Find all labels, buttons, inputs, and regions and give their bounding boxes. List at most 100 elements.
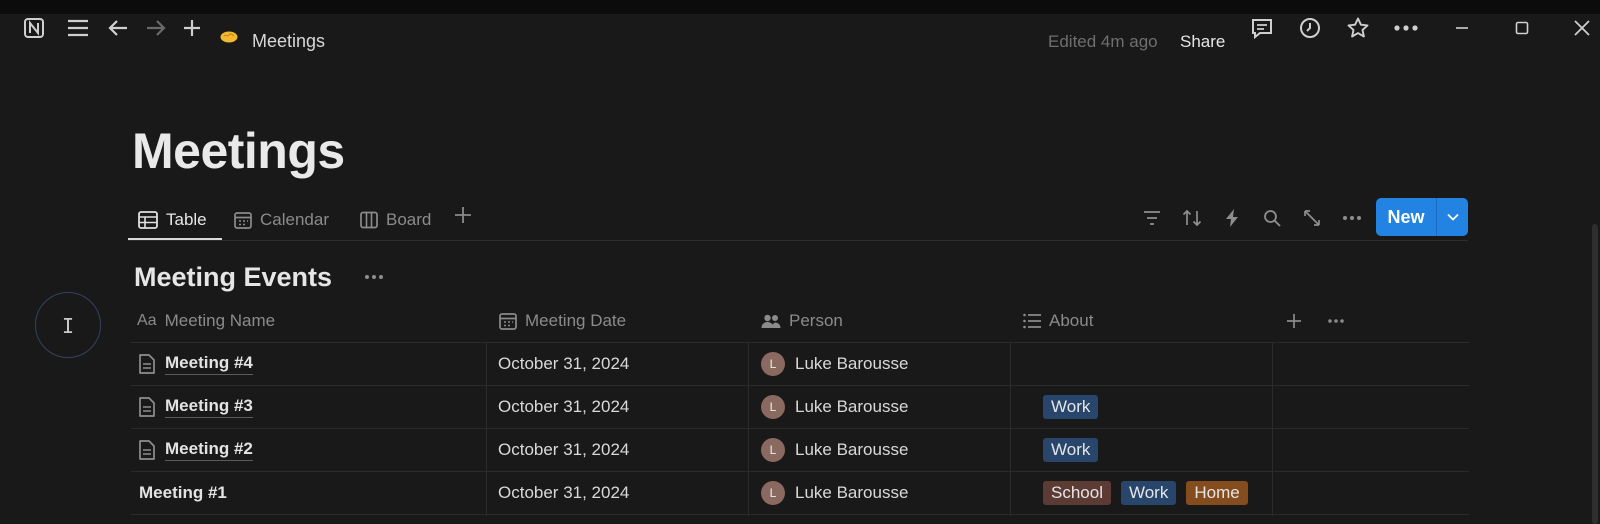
favorite-star-icon[interactable] — [1344, 14, 1372, 42]
handshake-emoji-icon — [220, 30, 238, 43]
new-record-button-group: New — [1376, 198, 1468, 236]
view-more-options-icon[interactable] — [1340, 206, 1364, 230]
meeting-name-cell[interactable]: Meeting #3 — [139, 385, 253, 428]
person-cell[interactable]: L Luke Barousse — [761, 342, 908, 385]
property-options-icon[interactable] — [1327, 300, 1353, 342]
comments-icon[interactable] — [1248, 14, 1276, 42]
tab-table[interactable]: Table — [138, 208, 207, 232]
text-property-prefix: Aa — [137, 312, 157, 329]
edited-timestamp: Edited 4m ago — [1048, 32, 1158, 51]
meeting-name[interactable]: Meeting #2 — [165, 439, 253, 461]
filter-icon[interactable] — [1140, 206, 1164, 230]
close-window-icon[interactable] — [1568, 14, 1596, 42]
page-title[interactable]: Meetings — [132, 122, 345, 180]
list-icon — [1023, 313, 1041, 329]
tag-home: Home — [1186, 480, 1248, 505]
tag-work: Work — [1043, 394, 1099, 419]
page-document-icon — [139, 439, 155, 460]
notion-logo-icon[interactable] — [20, 14, 48, 42]
meeting-name-cell[interactable]: Meeting #1 — [139, 471, 227, 514]
tag-work: Work — [1120, 480, 1177, 505]
forward-arrow-icon[interactable] — [142, 14, 170, 42]
column-label: Person — [789, 311, 843, 330]
text-cursor-icon: I — [62, 314, 75, 338]
meeting-date-cell[interactable]: October 31, 2024 — [498, 385, 629, 428]
add-property-plus-icon[interactable] — [1286, 300, 1310, 342]
page-document-icon — [139, 353, 155, 374]
about-cell[interactable]: School Work Home — [1043, 471, 1258, 514]
column-label: Meeting Name — [164, 311, 276, 330]
person-name: Luke Barousse — [795, 396, 909, 416]
calendar-icon — [234, 212, 252, 229]
meeting-name[interactable]: Meeting #1 — [139, 483, 227, 503]
sort-icon[interactable] — [1180, 206, 1204, 230]
column-divider — [748, 342, 749, 516]
avatar: L — [761, 394, 785, 419]
person-cell[interactable]: L Luke Barousse — [761, 471, 908, 514]
tab-label: Calendar — [260, 210, 329, 229]
column-label: About — [1049, 311, 1094, 330]
new-page-plus-icon[interactable] — [178, 14, 206, 42]
window-top-edge — [0, 0, 1600, 14]
meeting-date-cell[interactable]: October 31, 2024 — [498, 342, 629, 385]
avatar: L — [761, 437, 785, 462]
share-button[interactable]: Share — [1180, 32, 1225, 52]
new-record-button[interactable]: New — [1376, 198, 1437, 236]
minimize-window-icon[interactable] — [1448, 14, 1476, 42]
column-divider — [486, 342, 487, 516]
person-cell[interactable]: L Luke Barousse — [761, 385, 908, 428]
column-header-person[interactable]: Person — [761, 300, 843, 342]
meeting-name[interactable]: Meeting #3 — [165, 396, 253, 418]
tab-label: Board — [386, 210, 432, 229]
column-label: Meeting Date — [525, 311, 627, 330]
history-clock-icon[interactable] — [1296, 14, 1324, 42]
menu-icon[interactable] — [64, 14, 92, 42]
meeting-date-cell[interactable]: October 31, 2024 — [498, 471, 629, 514]
table-row[interactable]: Meeting #2 October 31, 2024 L Luke Barou… — [131, 428, 1469, 472]
tag-work: Work — [1043, 437, 1099, 462]
person-cell[interactable]: L Luke Barousse — [761, 428, 908, 471]
tab-board[interactable]: Board — [360, 208, 431, 232]
meeting-name-cell[interactable]: Meeting #2 — [139, 428, 253, 471]
search-icon[interactable] — [1260, 206, 1284, 230]
person-name: Luke Barousse — [795, 482, 909, 502]
people-icon — [761, 314, 781, 328]
more-options-icon[interactable] — [1392, 14, 1420, 42]
meeting-name-cell[interactable]: Meeting #4 — [139, 342, 253, 385]
table-icon — [138, 211, 158, 229]
meeting-name[interactable]: Meeting #4 — [165, 353, 253, 375]
page-document-icon — [139, 396, 155, 417]
automation-lightning-icon[interactable] — [1220, 206, 1244, 230]
avatar: L — [761, 480, 785, 505]
vertical-scrollbar[interactable] — [1592, 224, 1598, 524]
new-options-chevron-down-icon[interactable] — [1437, 198, 1468, 236]
column-divider — [1010, 342, 1011, 516]
calendar-icon — [499, 313, 517, 330]
table-row[interactable]: Meeting #3 October 31, 2024 L Luke Barou… — [131, 385, 1469, 429]
about-cell[interactable]: Work — [1043, 385, 1108, 428]
about-cell[interactable]: Work — [1043, 428, 1108, 471]
person-name: Luke Barousse — [795, 439, 909, 459]
tag-school: School — [1043, 480, 1111, 505]
table-header: Aa Meeting Name Meeting Date Person Abou… — [131, 300, 1469, 343]
add-view-plus-icon[interactable] — [454, 206, 472, 229]
back-arrow-icon[interactable] — [104, 14, 132, 42]
column-header-about[interactable]: About — [1023, 300, 1093, 342]
maximize-window-icon[interactable] — [1508, 14, 1536, 42]
board-icon — [360, 211, 378, 229]
tab-calendar[interactable]: Calendar — [234, 208, 329, 232]
database-title[interactable]: Meeting Events — [134, 262, 332, 293]
expand-arrows-icon[interactable] — [1300, 206, 1324, 230]
column-divider — [1272, 342, 1273, 516]
column-header-meeting-name[interactable]: Aa Meeting Name — [137, 300, 275, 342]
table-row[interactable]: Meeting #1 October 31, 2024 L Luke Barou… — [131, 471, 1469, 515]
breadcrumb-page-title[interactable]: Meetings — [252, 31, 325, 52]
meeting-date-cell[interactable]: October 31, 2024 — [498, 428, 629, 471]
tab-label: Table — [166, 210, 207, 229]
database-options-icon[interactable] — [364, 267, 384, 285]
column-header-meeting-date[interactable]: Meeting Date — [499, 300, 626, 342]
avatar: L — [761, 351, 785, 376]
person-name: Luke Barousse — [795, 353, 909, 373]
table-row[interactable]: Meeting #4 October 31, 2024 L Luke Barou… — [131, 342, 1469, 386]
about-cell[interactable] — [1021, 342, 1283, 385]
